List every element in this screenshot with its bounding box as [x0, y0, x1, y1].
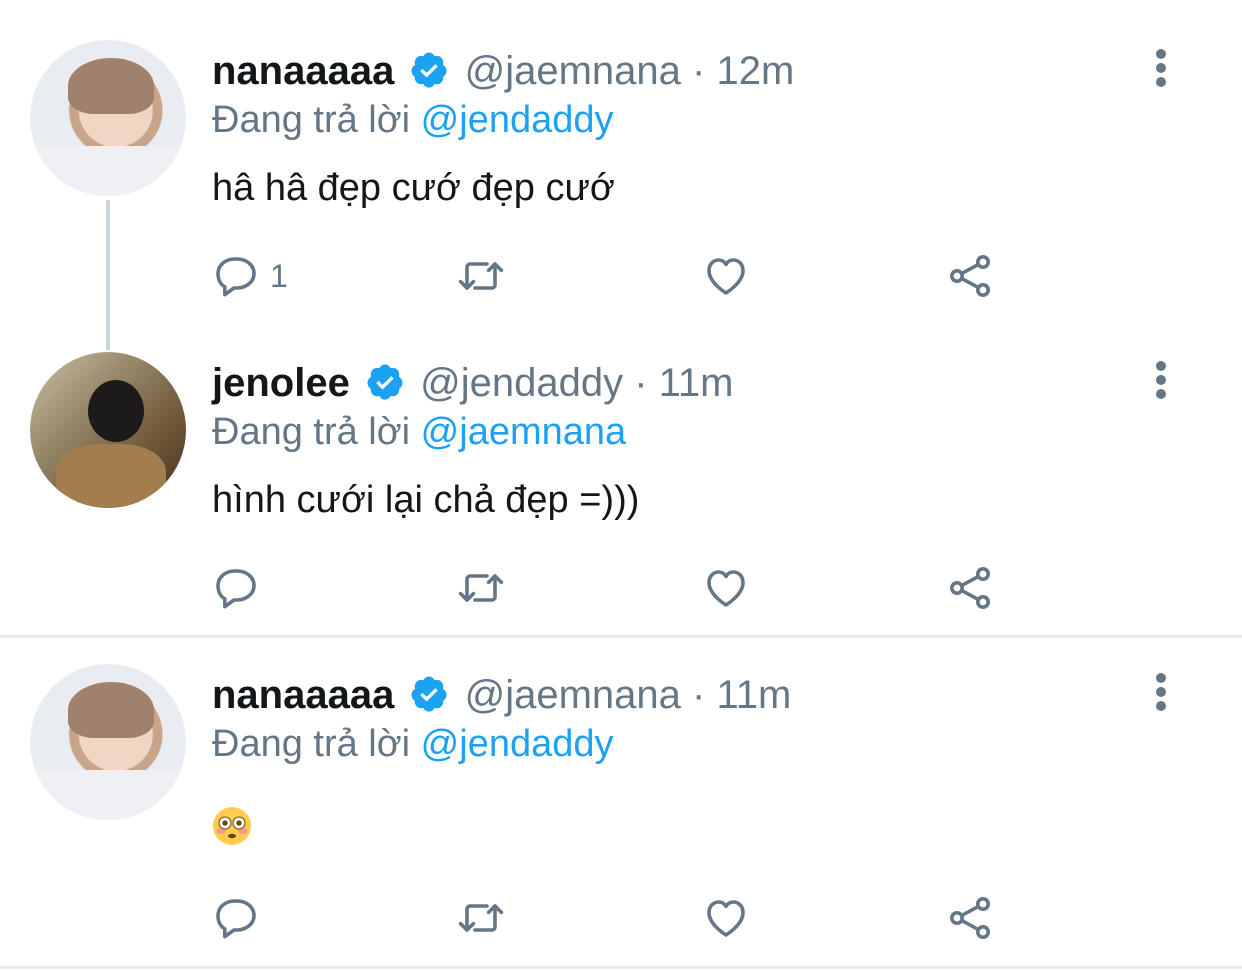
- like-icon: [707, 900, 745, 937]
- reply-button[interactable]: [212, 894, 260, 942]
- verified-badge-icon: [367, 364, 403, 400]
- like-icon: [707, 258, 745, 295]
- replying-to-line: Đang trả lời @jaemnana: [212, 410, 626, 454]
- retweet-icon: [458, 574, 504, 602]
- tweet-divider: [0, 966, 1242, 969]
- retweet-icon: [458, 262, 504, 290]
- tweet-text: hâ hâ đẹp cướ đẹp cướ: [212, 167, 615, 209]
- more-vertical-icon[interactable]: [1148, 48, 1174, 88]
- retweet-button[interactable]: [457, 894, 505, 942]
- share-button[interactable]: [946, 252, 994, 300]
- user-handle[interactable]: @jaemnana: [465, 49, 681, 93]
- avatar[interactable]: [30, 664, 186, 820]
- separator-dot: ·: [692, 49, 706, 93]
- flushed-face-emoji: [213, 807, 251, 845]
- like-icon: [707, 570, 745, 607]
- retweet-button[interactable]: [457, 564, 505, 612]
- verified-badge-icon: [411, 52, 447, 88]
- replying-to-prefix: Đang trả lời: [212, 99, 411, 141]
- avatar[interactable]: [30, 40, 186, 196]
- replying-to-mention[interactable]: @jendaddy: [421, 99, 614, 141]
- avatar[interactable]: [30, 352, 186, 508]
- user-handle[interactable]: @jaemnana: [465, 673, 681, 717]
- retweet-button[interactable]: [457, 252, 505, 300]
- thread-connector-line: [106, 200, 110, 350]
- more-vertical-icon[interactable]: [1148, 360, 1174, 400]
- tweet-header: nanaaaaa @jaemnana · 12m: [212, 48, 794, 94]
- tweet-header: jenolee @jendaddy · 11m: [212, 360, 733, 406]
- display-name[interactable]: jenolee: [212, 361, 350, 405]
- tweet-text: hình cưới lại chả đẹp =))): [212, 479, 640, 521]
- timestamp[interactable]: 11m: [659, 361, 734, 405]
- separator-dot: ·: [692, 673, 706, 717]
- replying-to-line: Đang trả lời @jendaddy: [212, 722, 614, 766]
- like-button[interactable]: [702, 252, 750, 300]
- replying-to-mention[interactable]: @jendaddy: [421, 723, 614, 765]
- share-button[interactable]: [946, 564, 994, 612]
- reply-icon: [216, 569, 256, 609]
- display-name[interactable]: nanaaaaa: [212, 673, 394, 717]
- user-handle[interactable]: @jendaddy: [420, 361, 623, 405]
- timestamp[interactable]: 11m: [716, 673, 791, 717]
- replying-to-mention[interactable]: @jaemnana: [421, 411, 626, 453]
- tweet-1[interactable]: nanaaaaa @jaemnana · 12m Đang trả lời @j…: [0, 0, 1242, 350]
- verified-badge-icon: [411, 676, 447, 712]
- more-vertical-icon[interactable]: [1148, 672, 1174, 712]
- replying-to-prefix: Đang trả lời: [212, 723, 411, 765]
- tweet-2[interactable]: jenolee @jendaddy · 11m Đang trả lời @ja…: [0, 330, 1242, 635]
- share-icon: [950, 897, 990, 939]
- reply-icon: [216, 257, 256, 297]
- timestamp[interactable]: 12m: [716, 49, 794, 93]
- share-icon: [950, 255, 990, 297]
- retweet-icon: [458, 904, 504, 932]
- reply-icon: [216, 899, 256, 939]
- display-name[interactable]: nanaaaaa: [212, 49, 394, 93]
- replying-to-line: Đang trả lời @jendaddy: [212, 98, 614, 142]
- reply-button[interactable]: 1: [212, 252, 288, 300]
- reply-count: 1: [270, 257, 288, 294]
- like-button[interactable]: [702, 564, 750, 612]
- like-button[interactable]: [702, 894, 750, 942]
- replying-to-prefix: Đang trả lời: [212, 411, 411, 453]
- reply-button[interactable]: [212, 564, 260, 612]
- separator-dot: ·: [634, 361, 648, 405]
- share-button[interactable]: [946, 894, 994, 942]
- share-icon: [950, 567, 990, 609]
- tweet-3[interactable]: nanaaaaa @jaemnana · 11m Đang trả lời @j…: [0, 638, 1242, 968]
- tweet-header: nanaaaaa @jaemnana · 11m: [212, 672, 791, 718]
